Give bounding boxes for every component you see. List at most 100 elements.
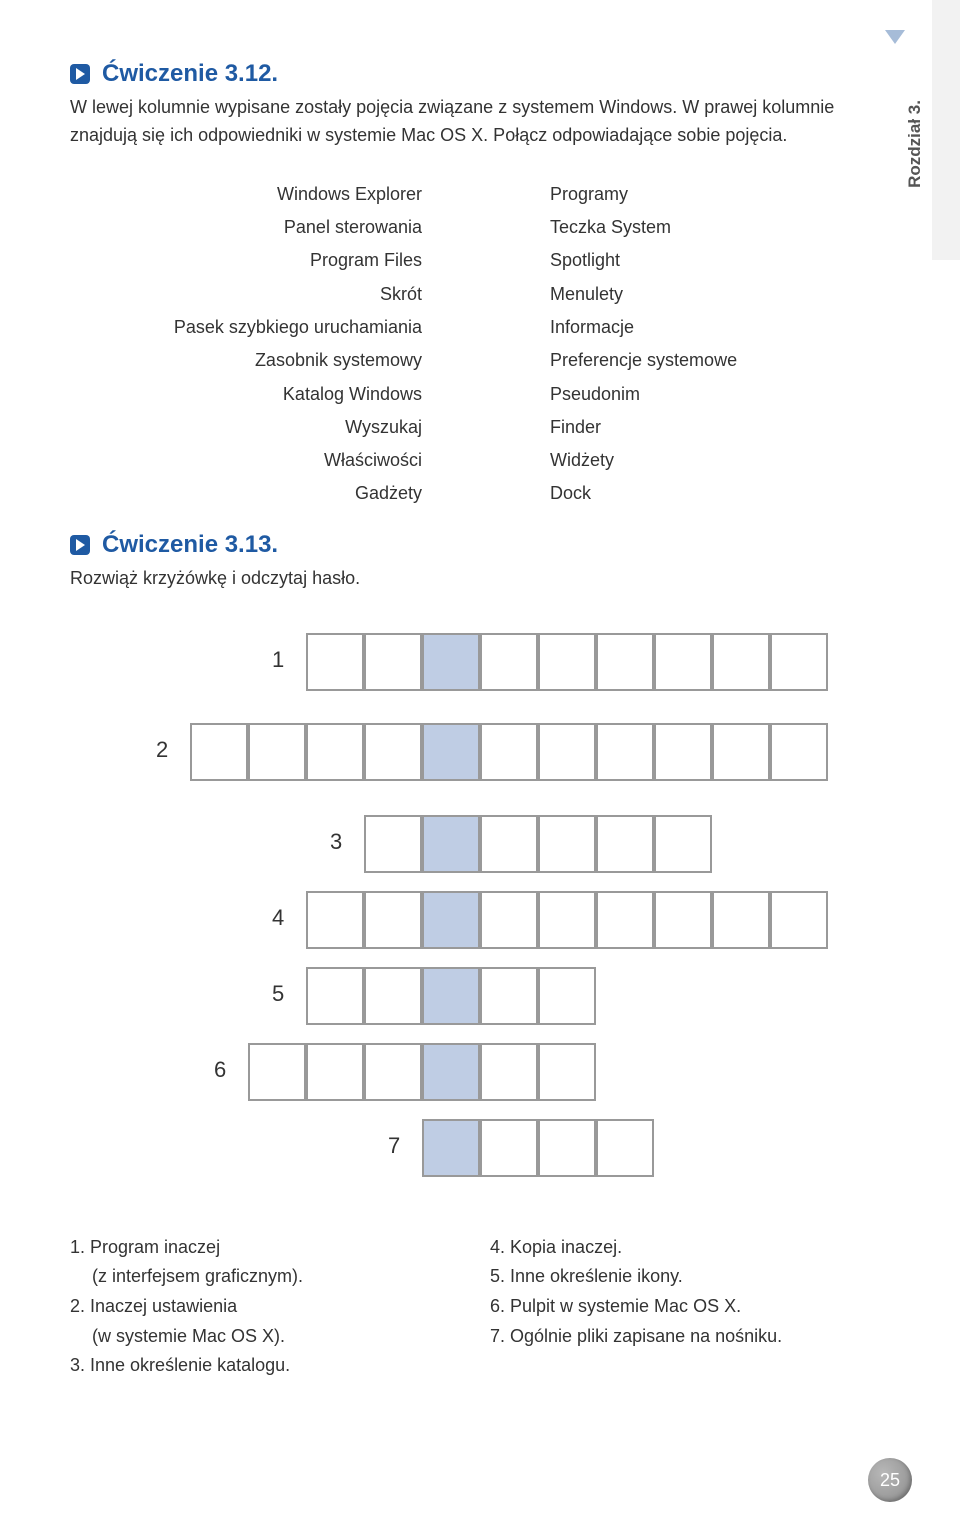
- crossword-row-number: 2: [156, 737, 168, 763]
- exercise-2-title: Ćwiczenie 3.13.: [102, 531, 278, 559]
- crossword-cell[interactable]: [422, 891, 480, 949]
- clue-line: (w systemie Mac OS X).: [70, 1322, 450, 1352]
- list-item: Panel sterowania: [70, 211, 422, 244]
- list-item: Pasek szybkiego uruchamiania: [70, 311, 422, 344]
- list-item: Właściwości: [70, 444, 422, 477]
- crossword-cell[interactable]: [364, 815, 422, 873]
- crossword-cell[interactable]: [596, 891, 654, 949]
- list-item: Katalog Windows: [70, 378, 422, 411]
- crossword-cell[interactable]: [538, 633, 596, 691]
- crossword-row-number: 3: [330, 829, 342, 855]
- crossword-cell[interactable]: [480, 891, 538, 949]
- list-item: Skrót: [70, 278, 422, 311]
- list-item: Widżety: [550, 444, 870, 477]
- clue-line: 6. Pulpit w systemie Mac OS X.: [490, 1292, 870, 1322]
- clue-line: 1. Program inaczej: [70, 1233, 450, 1263]
- clue-line: 5. Inne określenie ikony.: [490, 1262, 870, 1292]
- crossword-cell[interactable]: [364, 723, 422, 781]
- crossword-cell[interactable]: [770, 723, 828, 781]
- list-item: Pseudonim: [550, 378, 870, 411]
- crossword-cell[interactable]: [422, 633, 480, 691]
- crossword-row-number: 7: [388, 1133, 400, 1159]
- crossword-cell[interactable]: [596, 1119, 654, 1177]
- page-number-badge: 25: [868, 1458, 912, 1502]
- list-item: Spotlight: [550, 244, 870, 277]
- exercise-1-body: W lewej kolumnie wypisane zostały pojęci…: [70, 94, 870, 150]
- crossword-cell[interactable]: [538, 967, 596, 1025]
- exercise-1-title: Ćwiczenie 3.12.: [102, 60, 278, 88]
- crossword-grid: 1 2 3 4 5 6 7: [70, 633, 870, 1193]
- crossword-cell[interactable]: [364, 633, 422, 691]
- crossword-cell[interactable]: [364, 891, 422, 949]
- crossword-row-number: 6: [214, 1057, 226, 1083]
- clues-right: 4. Kopia inaczej. 5. Inne określenie iko…: [490, 1233, 870, 1381]
- crossword-cell[interactable]: [364, 1043, 422, 1101]
- list-item: Dock: [550, 477, 870, 510]
- list-item: Gadżety: [70, 477, 422, 510]
- crossword-cell[interactable]: [422, 967, 480, 1025]
- crossword-cell[interactable]: [422, 1043, 480, 1101]
- crossword-cell[interactable]: [306, 633, 364, 691]
- crossword-cell[interactable]: [770, 891, 828, 949]
- clue-line: 4. Kopia inaczej.: [490, 1233, 870, 1263]
- crossword-cell[interactable]: [654, 723, 712, 781]
- crossword-cell[interactable]: [422, 815, 480, 873]
- list-item: Wyszukaj: [70, 411, 422, 444]
- match-right-column: Programy Teczka System Spotlight Menulet…: [440, 178, 870, 511]
- crossword-cell[interactable]: [770, 633, 828, 691]
- crossword-row-number: 4: [272, 905, 284, 931]
- crossword-cell[interactable]: [538, 891, 596, 949]
- exercise-1-header: Ćwiczenie 3.12.: [70, 60, 870, 88]
- play-icon: [70, 64, 90, 84]
- crossword-cell[interactable]: [712, 633, 770, 691]
- list-item: Menulety: [550, 278, 870, 311]
- crossword-cell[interactable]: [306, 967, 364, 1025]
- crossword-cell[interactable]: [190, 723, 248, 781]
- list-item: Windows Explorer: [70, 178, 422, 211]
- crossword-row-number: 5: [272, 981, 284, 1007]
- crossword-cell[interactable]: [596, 633, 654, 691]
- crossword-cell[interactable]: [596, 815, 654, 873]
- crossword-cell[interactable]: [480, 815, 538, 873]
- clue-line: (z interfejsem graficznym).: [70, 1262, 450, 1292]
- list-item: Programy: [550, 178, 870, 211]
- crossword-cell[interactable]: [422, 723, 480, 781]
- play-icon: [70, 535, 90, 555]
- crossword-cell[interactable]: [538, 723, 596, 781]
- crossword-cell[interactable]: [306, 891, 364, 949]
- exercise-2-header: Ćwiczenie 3.13.: [70, 531, 870, 559]
- crossword-cell[interactable]: [538, 1043, 596, 1101]
- crossword-cell[interactable]: [538, 1119, 596, 1177]
- clue-line: 3. Inne określenie katalogu.: [70, 1351, 450, 1381]
- crossword-cell[interactable]: [712, 723, 770, 781]
- crossword-cell[interactable]: [654, 633, 712, 691]
- list-item: Finder: [550, 411, 870, 444]
- crossword-cell[interactable]: [596, 723, 654, 781]
- crossword-cell[interactable]: [712, 891, 770, 949]
- crossword-cell[interactable]: [480, 967, 538, 1025]
- crossword-cell[interactable]: [364, 967, 422, 1025]
- crossword-cell[interactable]: [480, 1043, 538, 1101]
- list-item: Informacje: [550, 311, 870, 344]
- crossword-cell[interactable]: [480, 723, 538, 781]
- crossword-cell[interactable]: [480, 633, 538, 691]
- crossword-cell[interactable]: [422, 1119, 480, 1177]
- crossword-cell[interactable]: [654, 815, 712, 873]
- clues-block: 1. Program inaczej (z interfejsem grafic…: [70, 1233, 870, 1381]
- clues-left: 1. Program inaczej (z interfejsem grafic…: [70, 1233, 450, 1381]
- match-left-column: Windows Explorer Panel sterowania Progra…: [70, 178, 440, 511]
- crossword-cell[interactable]: [538, 815, 596, 873]
- clue-line: 2. Inaczej ustawienia: [70, 1292, 450, 1322]
- crossword-row-number: 1: [272, 647, 284, 673]
- chapter-caret-icon: [885, 30, 905, 44]
- crossword-cell[interactable]: [306, 1043, 364, 1101]
- list-item: Preferencje systemowe: [550, 344, 870, 377]
- crossword-cell[interactable]: [248, 723, 306, 781]
- chapter-side-tab: [932, 0, 960, 260]
- crossword-cell[interactable]: [654, 891, 712, 949]
- match-columns: Windows Explorer Panel sterowania Progra…: [70, 178, 870, 511]
- crossword-cell[interactable]: [248, 1043, 306, 1101]
- crossword-cell[interactable]: [480, 1119, 538, 1177]
- list-item: Teczka System: [550, 211, 870, 244]
- crossword-cell[interactable]: [306, 723, 364, 781]
